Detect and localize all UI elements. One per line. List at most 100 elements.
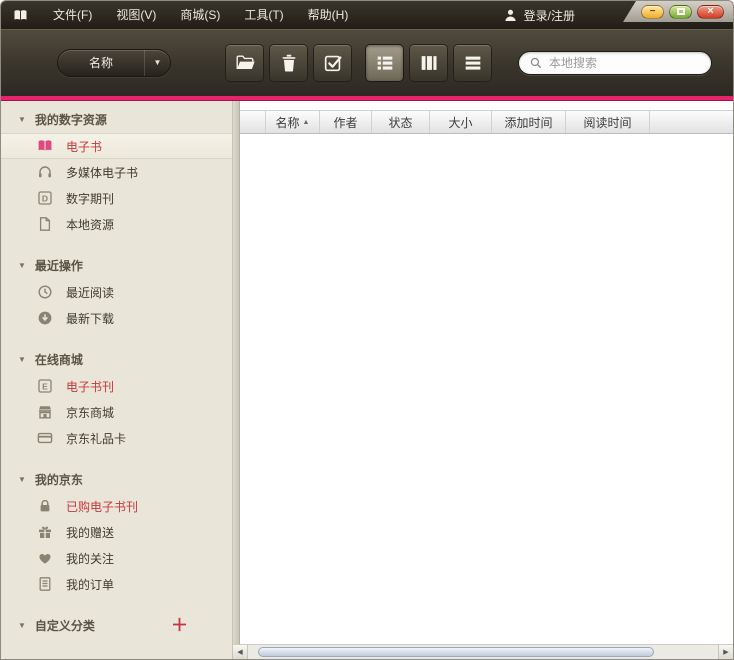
ebook-icon [37,138,53,154]
item-label: 电子书 [66,138,102,155]
item-label: 我的关注 [66,550,114,567]
download-icon [37,310,53,326]
orders-icon [37,576,53,592]
sort-by-value: 名称 [58,54,144,71]
sidebar-item-ebooks[interactable]: 电子书 [1,133,232,159]
list-view-button[interactable] [365,44,404,82]
menu-file[interactable]: 文件(F) [41,1,104,29]
sidebar: ▼ 我的数字资源 电子书 多媒体电子书 D 数字期刊 本地资源 [1,101,233,659]
item-label: 最近阅读 [66,284,114,301]
add-category-button[interactable]: ＋ [171,617,188,634]
sidebar-item-my-favorites[interactable]: 我的关注 [1,545,232,571]
chevron-down-icon: ▼ [144,50,170,76]
sidebar-item-ebook-store[interactable]: E 电子书刊 [1,373,232,399]
sidebar-item-purchased-ebooks[interactable]: 已购电子书刊 [1,493,232,519]
file-actions-group [225,44,352,82]
sidebar-item-recent-reads[interactable]: 最近阅读 [1,279,232,305]
sidebar-item-jd-mall[interactable]: 京东商城 [1,399,232,425]
item-label: 本地资源 [66,216,114,233]
book-spines-icon [418,52,440,74]
scrollbar-track[interactable] [248,645,718,659]
login-register-link[interactable]: 登录/注册 [524,7,575,24]
cover-view-button[interactable] [409,44,448,82]
close-button[interactable]: × [697,5,724,19]
section-my-digital-resources: ▼ 我的数字资源 电子书 多媒体电子书 D 数字期刊 本地资源 [1,105,232,237]
search-box [518,51,712,75]
delete-button[interactable] [269,44,308,82]
book-list-panel: 名称 ▲ 作者 状态 大小 添加时间 阅读时间 [240,101,733,659]
column-label: 大小 [448,114,472,131]
column-header-added-time[interactable]: 添加时间 [492,111,566,133]
sidebar-item-latest-downloads[interactable]: 最新下载 [1,305,232,331]
item-label: 京东礼品卡 [66,430,126,447]
open-folder-button[interactable] [225,44,264,82]
item-label: 京东商城 [66,404,114,421]
stacked-rows-icon [462,52,484,74]
column-header-name[interactable]: 名称 ▲ [266,111,320,133]
svg-text:E: E [42,381,48,391]
sidebar-item-my-gifts[interactable]: 我的赠送 [1,519,232,545]
sidebar-item-my-orders[interactable]: 我的订单 [1,571,232,597]
batch-select-button[interactable] [313,44,352,82]
item-label: 电子书刊 [66,378,114,395]
column-header-filler [650,111,733,133]
digital-journal-icon: D [37,190,53,206]
column-label: 阅读时间 [583,114,631,131]
column-header-status[interactable]: 状态 [372,111,430,133]
section-custom-categories: ▼ 自定义分类 ＋ [1,611,232,639]
window-controls: − × [623,1,733,22]
section-title: 我的京东 [35,471,83,488]
section-title: 在线商城 [35,351,83,368]
scroll-right-button[interactable]: ▶ [718,645,733,659]
sidebar-item-local-resources[interactable]: 本地资源 [1,211,232,237]
scroll-left-button[interactable]: ◀ [233,645,248,659]
column-header-size[interactable]: 大小 [430,111,492,133]
horizontal-scrollbar: ◀ ▶ [233,644,733,659]
section-title: 最近操作 [35,257,83,274]
section-title: 自定义分类 [35,617,95,634]
clock-icon [37,284,53,300]
sidebar-splitter[interactable] [233,101,240,659]
section-header-online-store[interactable]: ▼ 在线商城 [1,345,232,373]
menu-help[interactable]: 帮助(H) [296,1,361,29]
item-label: 我的赠送 [66,524,114,541]
sort-ascending-icon: ▲ [303,119,310,126]
column-header-read-time[interactable]: 阅读时间 [566,111,650,133]
column-label: 名称 [276,114,300,131]
column-header-blank [240,111,266,133]
column-label: 添加时间 [504,114,552,131]
maximize-button[interactable] [669,5,692,19]
collapse-arrow-icon: ▼ [18,355,26,364]
item-label: 最新下载 [66,310,114,327]
scrollbar-thumb[interactable] [258,647,654,657]
section-header-recent-actions[interactable]: ▼ 最近操作 [1,251,232,279]
minimize-button[interactable]: − [641,5,664,19]
gift-icon [37,524,53,540]
section-online-store: ▼ 在线商城 E 电子书刊 京东商城 京东礼品卡 [1,345,232,451]
sidebar-item-jd-gift-card[interactable]: 京东礼品卡 [1,425,232,451]
collapse-arrow-icon: ▼ [18,621,26,630]
menubar-right: 登录/注册 [503,7,575,24]
section-header-my-digital-resources[interactable]: ▼ 我的数字资源 [1,105,232,133]
detail-view-button[interactable] [453,44,492,82]
list-view-icon [374,52,396,74]
item-label: 已购电子书刊 [66,498,138,515]
gift-card-icon [37,430,53,446]
view-switch-group [365,44,492,82]
section-header-custom-categories[interactable]: ▼ 自定义分类 ＋ [1,611,232,639]
sort-by-dropdown[interactable]: 名称 ▼ [57,49,171,77]
search-input[interactable] [549,56,701,70]
sidebar-item-multimedia-ebooks[interactable]: 多媒体电子书 [1,159,232,185]
menu-view[interactable]: 视图(V) [104,1,168,29]
sidebar-item-digital-journals[interactable]: D 数字期刊 [1,185,232,211]
section-title: 我的数字资源 [35,111,107,128]
section-header-my-jd[interactable]: ▼ 我的京东 [1,465,232,493]
menu-tools[interactable]: 工具(T) [232,1,295,29]
app-window: 文件(F) 视图(V) 商城(S) 工具(T) 帮助(H) 登录/注册 − × … [0,0,734,660]
checkbox-icon [322,52,344,74]
menu-store[interactable]: 商城(S) [168,1,232,29]
heart-icon [37,550,53,566]
headphones-icon [37,164,53,180]
column-header-author[interactable]: 作者 [320,111,372,133]
local-files-icon [37,216,53,232]
